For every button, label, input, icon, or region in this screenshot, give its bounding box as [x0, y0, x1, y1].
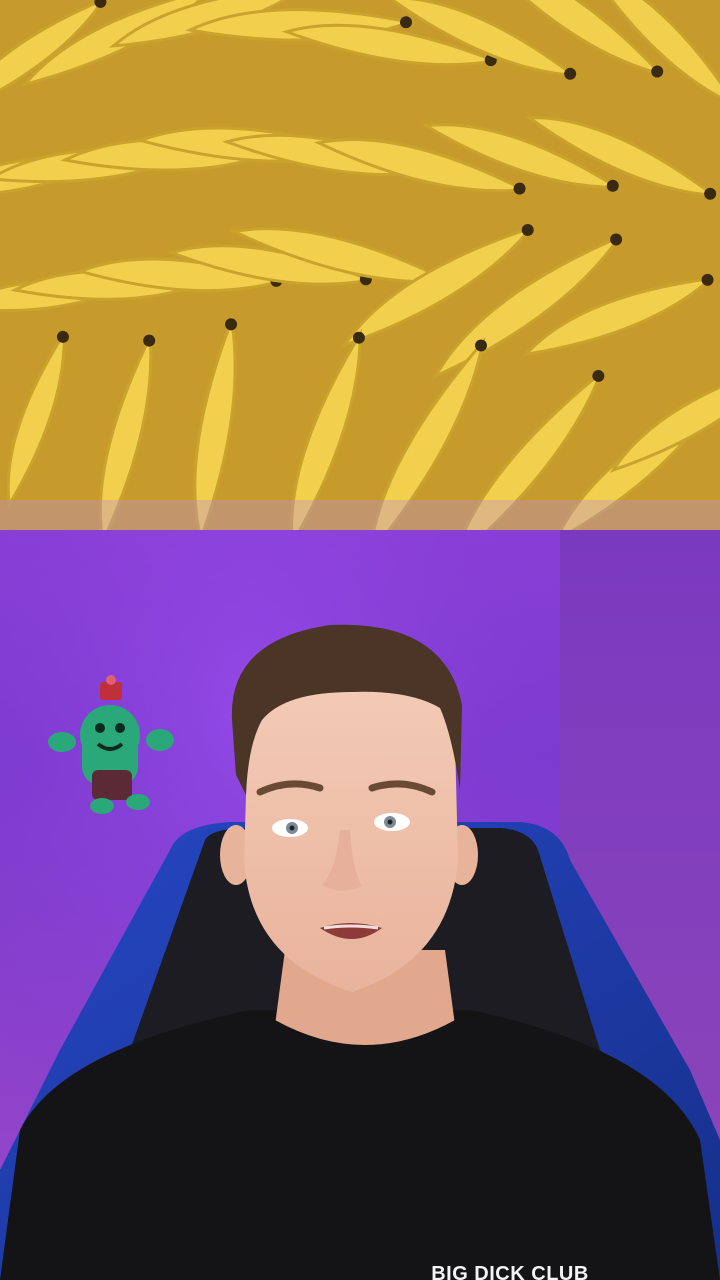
person-scene — [0, 530, 720, 1280]
webcam-view: BIG DICK CLUB — [0, 530, 720, 1280]
shirt-print-text: BIG DICK CLUB — [431, 1263, 589, 1280]
banana-image — [0, 0, 720, 530]
video-frame: BIG DICK CLUB — [0, 0, 720, 1280]
banana-pile — [0, 0, 720, 530]
